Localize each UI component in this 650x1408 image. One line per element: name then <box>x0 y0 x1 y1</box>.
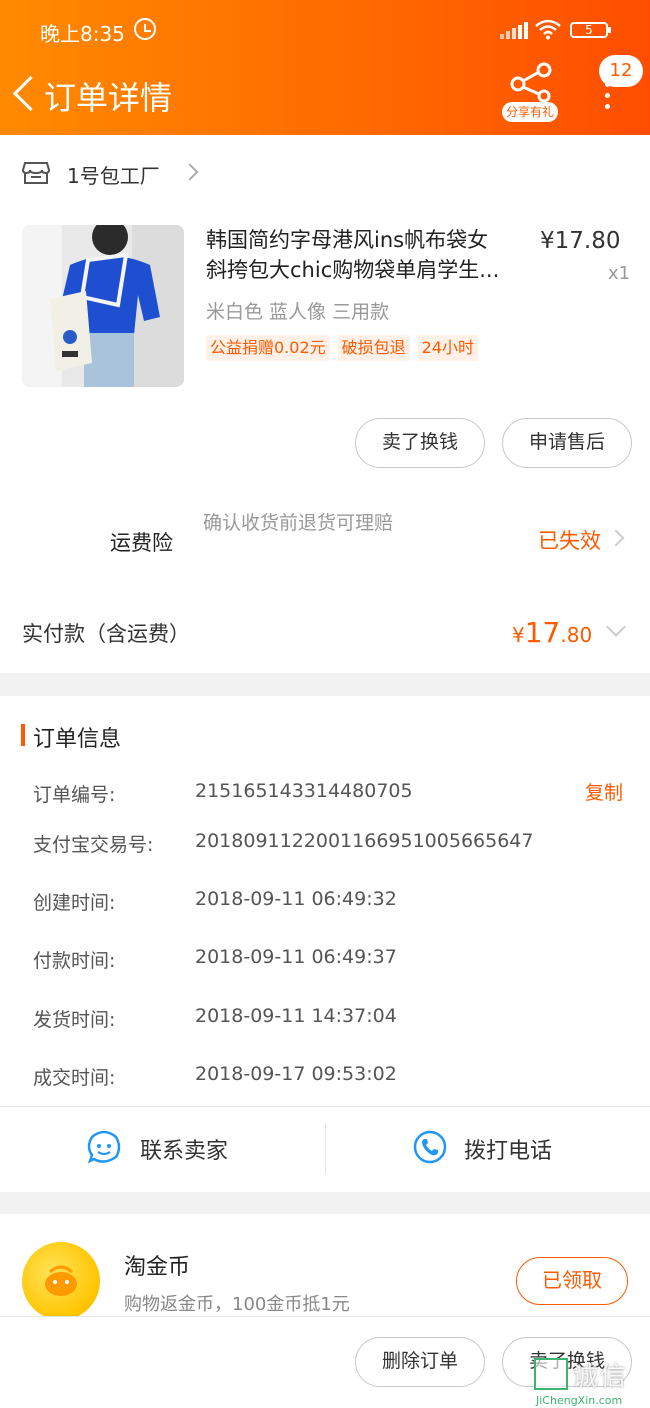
info-value: 2018091122001166951005665647 <box>195 830 534 852</box>
info-key: 订单编号: <box>33 784 116 806</box>
chevron-right-icon <box>181 163 199 181</box>
tag-24h: 24小时 <box>417 335 479 361</box>
taobao-coins-card: 淘金币 购物返金币，100金币抵1元 已领取 <box>0 1214 650 1316</box>
contact-seller-button[interactable]: 联系卖家 <box>0 1107 325 1192</box>
coins-claimed-button[interactable]: 已领取 <box>516 1257 628 1305</box>
watermark-url: JiChengXin.com <box>536 1394 623 1407</box>
watermark-text: 诚信 <box>572 1362 629 1392</box>
order-info-card: 订单信息 订单编号: 215165143314480705 复制 支付宝交易号:… <box>0 696 650 1192</box>
tag-damage-return: 破损包退 <box>337 335 410 361</box>
alarm-icon <box>134 18 156 40</box>
info-value: 2018-09-11 06:49:32 <box>195 888 397 910</box>
section-accent-bar <box>21 724 25 746</box>
status-time: 晚上8:35 <box>40 22 125 46</box>
product-image[interactable] <box>22 225 184 387</box>
info-key: 发货时间: <box>33 1009 116 1031</box>
info-key: 支付宝交易号: <box>33 834 154 856</box>
info-row-order-number: 订单编号: 215165143314480705 <box>33 780 633 810</box>
service-tags: 公益捐赠0.02元 破损包退 24小时 <box>206 335 486 361</box>
info-key: 创建时间: <box>33 892 116 914</box>
battery-icon: 5 <box>570 22 611 38</box>
tag-charity: 公益捐赠0.02元 <box>206 335 330 361</box>
info-key: 成交时间: <box>33 1067 116 1089</box>
chevron-right-icon <box>607 529 625 547</box>
sell-for-cash-button[interactable]: 卖了换钱 <box>355 418 485 468</box>
back-button[interactable] <box>12 75 36 111</box>
info-value: 215165143314480705 <box>195 780 413 802</box>
signal-icon <box>500 21 528 39</box>
phone-icon <box>413 1130 447 1164</box>
currency-symbol: ¥ <box>512 623 525 647</box>
product-title[interactable]: 韩国简约字母港风ins帆布袋女 斜挎包大chic购物袋单肩学生... <box>206 225 536 285</box>
amount-decimal: .80 <box>560 623 593 647</box>
info-row-shipped-time: 发货时间: 2018-09-11 14:37:04 <box>33 1005 633 1035</box>
page-title: 订单详情 <box>44 79 173 117</box>
coins-subtitle: 购物返金币，100金币抵1元 <box>124 1294 350 1315</box>
call-phone-button[interactable]: 拨打电话 <box>326 1107 650 1192</box>
info-row-paid-time: 付款时间: 2018-09-11 06:49:37 <box>33 946 633 976</box>
info-value: 2018-09-11 14:37:04 <box>195 1005 397 1027</box>
paid-amount: ¥17.80 <box>512 616 592 649</box>
info-key: 付款时间: <box>33 950 116 972</box>
chat-icon <box>87 1130 121 1164</box>
store-icon <box>22 162 50 184</box>
delete-order-button[interactable]: 删除订单 <box>355 1337 485 1387</box>
shipping-insurance-label: 运费险 <box>110 531 173 555</box>
shipping-insurance-description: 确认收货前退货可理赔 <box>203 512 394 534</box>
after-sales-button[interactable]: 申请售后 <box>502 418 632 468</box>
share-button[interactable]: 分享有礼 <box>500 62 566 124</box>
product-sku: 米白色 蓝人像 三用款 <box>206 301 390 323</box>
product-quantity: x1 <box>608 263 631 284</box>
watermark: 诚信 JiChengXin.com <box>530 1356 648 1407</box>
message-count-badge[interactable]: 12 <box>599 55 643 87</box>
chevron-down-icon[interactable] <box>606 617 626 637</box>
status-bar: 晚上8:35 5 <box>0 0 650 60</box>
coins-title: 淘金币 <box>124 1255 191 1280</box>
share-label: 分享有礼 <box>502 102 559 122</box>
watermark-logo-icon <box>534 1358 568 1390</box>
shipping-insurance-status[interactable]: 已失效 <box>538 525 601 555</box>
order-item-card: 1号包工厂 韩国简约字母港风ins帆布袋女 斜挎包大chic购物袋单肩学生...… <box>0 135 650 673</box>
info-row-completed-time: 成交时间: 2018-09-17 09:53:02 <box>33 1063 633 1093</box>
info-value: 2018-09-11 06:49:37 <box>195 946 397 968</box>
shop-name: 1号包工厂 <box>67 164 160 188</box>
contact-seller-label: 联系卖家 <box>140 1139 229 1164</box>
coin-icon <box>22 1242 100 1316</box>
copy-button[interactable]: 复制 <box>585 778 623 805</box>
wifi-icon <box>535 19 561 40</box>
info-value: 2018-09-17 09:53:02 <box>195 1063 397 1085</box>
product-price: ¥17.80 <box>540 228 621 254</box>
info-row-alipay-trade-no: 支付宝交易号: 2018091122001166951005665647 <box>33 830 633 860</box>
share-icon <box>510 62 552 102</box>
app-header: 晚上8:35 5 订单详情 分享有礼 12 <box>0 0 650 135</box>
info-row-created-time: 创建时间: 2018-09-11 06:49:32 <box>33 888 633 918</box>
product-title-line1: 韩国简约字母港风ins帆布袋女 <box>206 228 489 252</box>
paid-amount-label: 实付款（含运费） <box>22 622 190 646</box>
section-title: 订单信息 <box>33 727 122 752</box>
call-phone-label: 拨打电话 <box>464 1139 553 1164</box>
product-title-line2: 斜挎包大chic购物袋单肩学生... <box>206 258 500 282</box>
amount-integer: 17 <box>524 616 561 649</box>
